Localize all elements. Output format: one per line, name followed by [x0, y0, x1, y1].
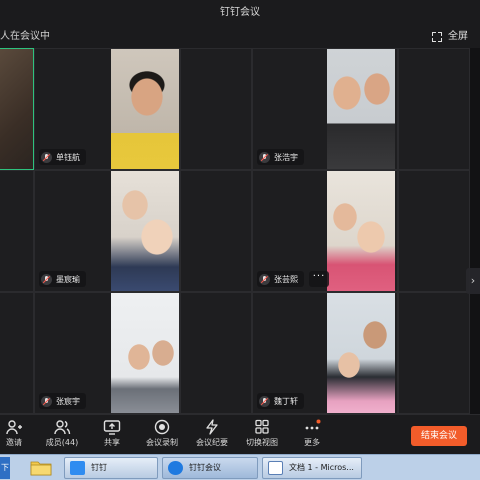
- start-button[interactable]: 下: [0, 457, 10, 479]
- video-tile[interactable]: [0, 48, 34, 170]
- tile-more-button[interactable]: ···: [309, 271, 329, 287]
- participant-name: 张芸熙: [274, 274, 298, 284]
- members-button[interactable]: 成员(44): [42, 419, 82, 448]
- minutes-button[interactable]: 会议纪要: [192, 419, 232, 448]
- mic-muted-icon: [259, 395, 270, 407]
- mic-muted-icon: [41, 395, 52, 407]
- participant-name-tag: 张芸熙: [257, 271, 304, 287]
- share-screen-icon: [103, 419, 121, 435]
- minutes-label: 会议纪要: [196, 438, 228, 447]
- meeting-toolbar: 邀请 成员(44) 共享 会议录制 会议纪要 切换视图 更多 结束会议: [0, 414, 480, 454]
- participant-name-tag: 张宸宇: [39, 393, 86, 409]
- fullscreen-button[interactable]: 全屏: [432, 26, 468, 48]
- video-tile[interactable]: [180, 292, 252, 414]
- participant-name: 单钰航: [56, 152, 80, 162]
- grid-view-icon: [253, 419, 271, 435]
- participant-name-tag: 墨宸瑜: [39, 271, 86, 287]
- video-grid: 单钰航 张浩宇 墨宸瑜 张芸熙 ··· 张宸宇 魏丁轩 ›: [0, 48, 480, 414]
- mic-muted-icon: [41, 273, 52, 285]
- window-title: 钉钉会议: [0, 0, 480, 26]
- participant-video: [111, 49, 179, 169]
- taskbar-item-word[interactable]: 文档 1 - Micros...: [262, 457, 362, 479]
- record-label: 会议录制: [146, 438, 178, 447]
- next-page-button[interactable]: ›: [466, 268, 480, 294]
- participant-video: [0, 49, 33, 169]
- participant-name-tag: 张浩宇: [257, 149, 304, 165]
- dingtalk-icon: [70, 461, 85, 475]
- taskbar-item-label: 钉钉会议: [189, 463, 221, 472]
- video-tile[interactable]: [180, 48, 252, 170]
- participant-video: [111, 293, 179, 413]
- participant-video: [327, 49, 395, 169]
- mic-muted-icon: [259, 151, 270, 163]
- video-tile[interactable]: 单钰航: [34, 48, 180, 170]
- more-button[interactable]: 更多: [292, 419, 332, 448]
- participant-name: 墨宸瑜: [56, 274, 80, 284]
- record-button[interactable]: 会议录制: [142, 419, 182, 448]
- participant-video: [327, 171, 395, 291]
- video-tile[interactable]: [0, 292, 34, 414]
- members-icon: [53, 419, 71, 435]
- more-icon: [303, 419, 321, 435]
- switch-layout-label: 切换视图: [246, 438, 278, 447]
- video-tile[interactable]: 张浩宇: [252, 48, 398, 170]
- mic-muted-icon: [41, 151, 52, 163]
- participant-video: [327, 293, 395, 413]
- share-button[interactable]: 共享: [92, 419, 132, 448]
- invite-button[interactable]: 邀请: [0, 419, 34, 448]
- invite-icon: [5, 419, 23, 435]
- video-tile[interactable]: [398, 170, 470, 292]
- video-tile[interactable]: 魏丁轩: [252, 292, 398, 414]
- participant-name: 张浩宇: [274, 152, 298, 162]
- video-tile[interactable]: 张宸宇: [34, 292, 180, 414]
- taskbar-item-dingtalk[interactable]: 钉钉: [64, 457, 158, 479]
- chevron-right-icon: ›: [470, 274, 476, 287]
- video-tile[interactable]: [398, 48, 470, 170]
- participant-name-tag: 单钰航: [39, 149, 86, 165]
- video-tile[interactable]: 墨宸瑜: [34, 170, 180, 292]
- meeting-header: 人在会议中 全屏: [0, 26, 480, 48]
- end-meeting-button[interactable]: 结束会议: [411, 426, 467, 446]
- video-tile[interactable]: [398, 292, 470, 414]
- taskbar-item-label: 钉钉: [91, 463, 107, 472]
- taskbar: 下 钉钉 钉钉会议 文档 1 - Micros...: [0, 454, 480, 480]
- video-tile[interactable]: 张芸熙 ···: [252, 170, 398, 292]
- word-document-icon: [268, 461, 283, 475]
- meeting-app-icon: [168, 461, 183, 475]
- mic-muted-icon: [259, 273, 270, 285]
- more-label: 更多: [304, 438, 320, 447]
- participant-video: [111, 171, 179, 291]
- participant-name: 魏丁轩: [274, 396, 298, 406]
- video-tile[interactable]: [180, 170, 252, 292]
- participant-name-tag: 魏丁轩: [257, 393, 304, 409]
- participant-name: 张宸宇: [56, 396, 80, 406]
- taskbar-item-label: 文档 1 - Micros...: [289, 463, 354, 472]
- minutes-icon: [203, 419, 221, 435]
- members-label: 成员(44): [45, 438, 79, 447]
- fullscreen-icon: [432, 32, 442, 42]
- fullscreen-label: 全屏: [448, 31, 468, 42]
- invite-label: 邀请: [6, 438, 22, 447]
- participants-status: 人在会议中: [0, 31, 50, 42]
- switch-layout-button[interactable]: 切换视图: [242, 419, 282, 448]
- video-tile[interactable]: [0, 170, 34, 292]
- taskbar-item-meeting[interactable]: 钉钉会议: [162, 457, 258, 479]
- record-icon: [153, 419, 171, 435]
- folder-icon[interactable]: [30, 458, 52, 476]
- share-label: 共享: [104, 438, 120, 447]
